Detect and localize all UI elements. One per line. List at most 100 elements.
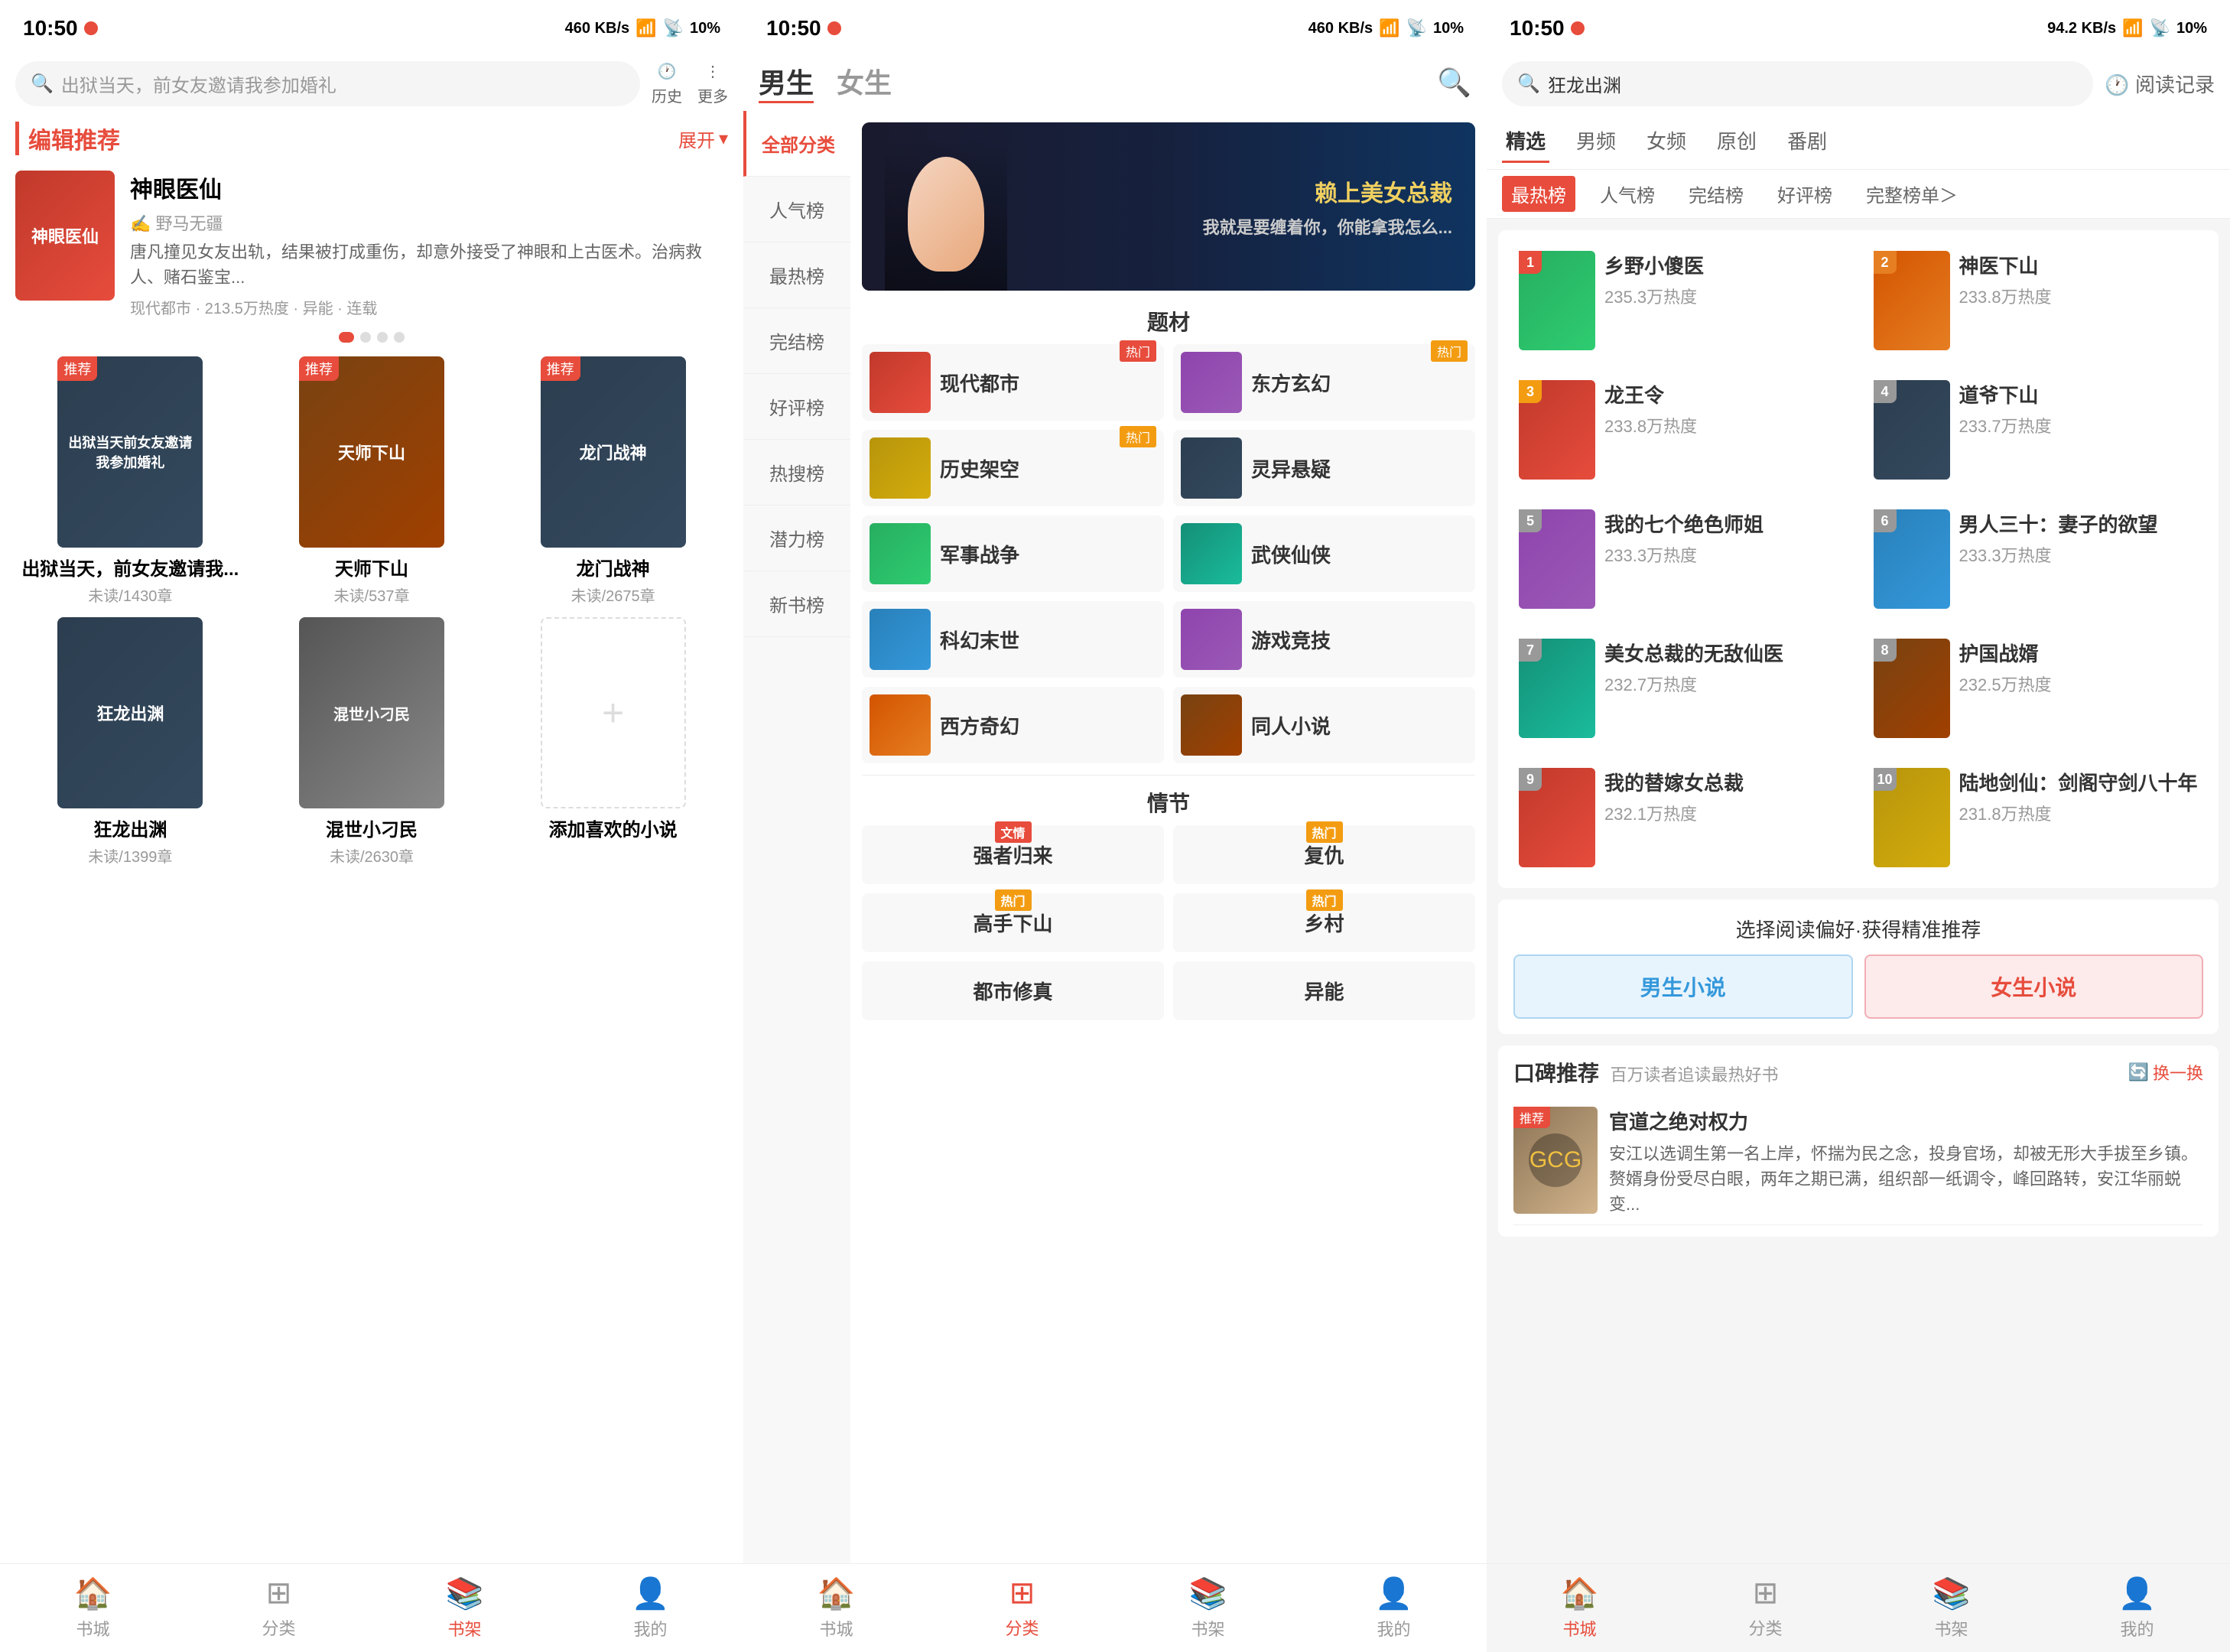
list-item[interactable]: 异能 [1173, 961, 1475, 1020]
signal-1: 📶 [636, 18, 656, 38]
list-item[interactable]: 热门 高手下山 [862, 893, 1164, 952]
nav-yuanchuang[interactable]: 原创 [1713, 120, 1760, 163]
nav-category-1[interactable]: ⊞ 分类 [186, 1576, 372, 1641]
kb-book-item[interactable]: 推荐 GCG 官道之绝对权力 安江以选调生第一名上岸，怀揣为民之念，投身官场，却… [1513, 1099, 2203, 1225]
list-item[interactable]: 10 陆地剑仙：剑阁守剑八十年 231.8万热度 [1864, 759, 2208, 876]
expand-btn[interactable]: 展开 ▾ [678, 125, 728, 152]
list-item[interactable]: 热门 乡村 [1173, 893, 1475, 952]
rank-info-8: 护国战婿 232.5万热度 [1959, 639, 2199, 696]
list-item[interactable]: 2 神医下山 233.8万热度 [1864, 242, 2208, 359]
list-item[interactable]: 7 美女总裁的无敌仙医 232.7万热度 [1510, 629, 1853, 747]
nav-bookstore-3[interactable]: 🏠 书城 [1487, 1576, 1672, 1641]
list-item[interactable]: 军事战争 [862, 515, 1164, 592]
featured-book-info: 神眼医仙 ✍ 野马无疆 唐凡撞见女友出轨，结果被打成重伤，却意外接受了神眼和上古… [130, 171, 728, 318]
subtab-hot[interactable]: 最热榜 [1502, 176, 1575, 212]
section-divider [862, 775, 1475, 776]
nav-shelf-3[interactable]: 📚 书架 [1858, 1576, 2044, 1641]
list-item[interactable]: 热门 复仇 [1173, 825, 1475, 884]
cat-img-0 [870, 352, 931, 413]
list-item[interactable]: 9 我的替嫁女总裁 232.1万热度 [1510, 759, 1853, 876]
sidebar-item-hot[interactable]: 最热榜 [743, 242, 850, 308]
reading-record[interactable]: 🕐 阅读记录 [2105, 70, 2215, 98]
sidebar-item-complete[interactable]: 完结榜 [743, 308, 850, 374]
nav-shelf-2[interactable]: 📚 书架 [1115, 1576, 1301, 1641]
nav-nanpin[interactable]: 男频 [1572, 120, 1620, 163]
emotion-badge-2: 热门 [994, 889, 1031, 911]
list-item[interactable]: 游戏竞技 [1173, 601, 1475, 678]
pref-male-btn[interactable]: 男生小说 [1513, 954, 1853, 1019]
sidebar-item-popular[interactable]: 人气榜 [743, 177, 850, 242]
sidebar-item-rated[interactable]: 好评榜 [743, 374, 850, 440]
sidebar-item-potential[interactable]: 潜力榜 [743, 506, 850, 571]
list-item[interactable]: 6 男人三十：妻子的欲望 233.3万热度 [1864, 500, 2208, 618]
search-input-p3[interactable]: 🔍 狂龙出渊 [1502, 61, 2093, 106]
list-item[interactable]: 东方玄幻 热门 [1173, 344, 1475, 421]
status-dot-1 [84, 21, 98, 35]
list-item[interactable]: 历史架空 热门 [862, 430, 1164, 506]
list-item[interactable]: 1 乡野小傻医 235.3万热度 [1510, 242, 1853, 359]
list-item[interactable]: 5 我的七个绝色师姐 233.3万热度 [1510, 500, 1853, 618]
list-item[interactable]: 推荐 出狱当天前女友邀请我参加婚礼 出狱当天，前女友邀请我... 未读/1430… [15, 356, 245, 606]
nav-category-2[interactable]: ⊞ 分类 [929, 1576, 1115, 1641]
list-item[interactable]: 武侠仙侠 [1173, 515, 1475, 592]
list-item[interactable]: 推荐 龙门战神 龙门战神 未读/2675章 [498, 356, 728, 606]
search-input-1[interactable]: 🔍 出狱当天，前女友邀请我参加婚礼 [15, 61, 640, 106]
kb-book-info: 官道之绝对权力 安江以选调生第一名上岸，怀揣为民之念，投身官场，却被无形大手拔至… [1609, 1107, 2203, 1217]
list-item[interactable]: 都市修真 [862, 961, 1164, 1020]
nav-fanju[interactable]: 番剧 [1783, 120, 1831, 163]
list-item[interactable]: 文情 强者归来 [862, 825, 1164, 884]
p2-main: 赖上美女总裁 我就是要缠着你，你能拿我怎么... 题材 现代都市 热门 东方玄幻… [850, 111, 1487, 1563]
cat-img-6 [870, 609, 931, 670]
add-book-item[interactable]: + 添加喜欢的小说 [498, 617, 728, 867]
pref-female-btn[interactable]: 女生小说 [1864, 954, 2204, 1019]
nav-mine-1[interactable]: 👤 我的 [558, 1576, 743, 1641]
nav-mine-2[interactable]: 👤 我的 [1301, 1576, 1487, 1641]
more-btn[interactable]: ⋮ 更多 [697, 62, 728, 106]
list-item[interactable]: 西方奇幻 [862, 687, 1164, 763]
featured-book[interactable]: 神眼医仙 神眼医仙 ✍ 野马无疆 唐凡撞见女友出轨，结果被打成重伤，却意外接受了… [0, 163, 743, 326]
subtab-full[interactable]: 完整榜单＞ [1857, 176, 1967, 212]
list-item[interactable]: 8 护国战婿 232.5万热度 [1864, 629, 2208, 747]
kb-refresh-label: 换一换 [2153, 1060, 2203, 1085]
list-item[interactable]: 现代都市 热门 [862, 344, 1164, 421]
list-item[interactable]: 灵异悬疑 [1173, 430, 1475, 506]
tab-male[interactable]: 男生 [759, 61, 814, 103]
sidebar-item-search[interactable]: 热搜榜 [743, 440, 850, 506]
nav-label-shelf-2: 书架 [1191, 1616, 1224, 1641]
subtab-rated[interactable]: 好评榜 [1768, 176, 1842, 212]
list-item[interactable]: 狂龙出渊 狂龙出渊 未读/1399章 [15, 617, 245, 867]
list-item[interactable]: 同人小说 [1173, 687, 1475, 763]
rank-heat-9: 232.1万热度 [1604, 801, 1844, 825]
sidebar-item-new[interactable]: 新书榜 [743, 571, 850, 637]
list-item[interactable]: 混世小刁民 混世小刁民 未读/2630章 [257, 617, 487, 867]
rank-title-5: 我的七个绝色师姐 [1604, 509, 1844, 538]
sidebar-item-all[interactable]: 全部分类 [743, 111, 850, 177]
nav-nupin[interactable]: 女频 [1643, 120, 1690, 163]
list-item[interactable]: 3 龙王令 233.8万热度 [1510, 371, 1853, 489]
kb-refresh-btn[interactable]: 🔄 换一换 [2128, 1060, 2203, 1085]
p2-banner[interactable]: 赖上美女总裁 我就是要缠着你，你能拿我怎么... [862, 122, 1475, 291]
book-chapters-2: 未读/537章 [334, 584, 410, 606]
subtab-complete[interactable]: 完结榜 [1679, 176, 1753, 212]
nav-bookstore-1[interactable]: 🏠 书城 [0, 1576, 186, 1641]
list-item[interactable]: 科幻末世 [862, 601, 1164, 678]
tab-female[interactable]: 女生 [837, 61, 892, 103]
list-item[interactable]: 推荐 天师下山 天师下山 未读/537章 [257, 356, 487, 606]
nav-shelf-1[interactable]: 📚 书架 [372, 1576, 558, 1641]
cat-img-5 [1181, 523, 1242, 584]
clock-icon: 🕐 [2105, 73, 2129, 96]
nav-jingxuan[interactable]: 精选 [1502, 120, 1549, 163]
nav-bookstore-2[interactable]: 🏠 书城 [743, 1576, 929, 1641]
panel1-bookshelf: 10:50 460 KB/s 📶 📡 10% 🔍 出狱当天，前女友邀请我参加婚礼… [0, 0, 743, 1652]
add-book-placeholder[interactable]: + [541, 617, 686, 808]
category-icon-2: ⊞ [1009, 1576, 1035, 1611]
search-icon-p2[interactable]: 🔍 [1437, 67, 1471, 99]
preference-section: 选择阅读偏好·获得精准推荐 男生小说 女生小说 [1498, 899, 2219, 1034]
book-chapters-3: 未读/2675章 [571, 584, 655, 606]
nav-category-3[interactable]: ⊞ 分类 [1672, 1576, 1858, 1641]
history-btn[interactable]: 🕐 历史 [652, 62, 682, 106]
book-cover-5: 混世小刁民 [299, 617, 444, 808]
nav-mine-3[interactable]: 👤 我的 [2044, 1576, 2230, 1641]
subtab-popular[interactable]: 人气榜 [1591, 176, 1664, 212]
list-item[interactable]: 4 道爷下山 233.7万热度 [1864, 371, 2208, 489]
